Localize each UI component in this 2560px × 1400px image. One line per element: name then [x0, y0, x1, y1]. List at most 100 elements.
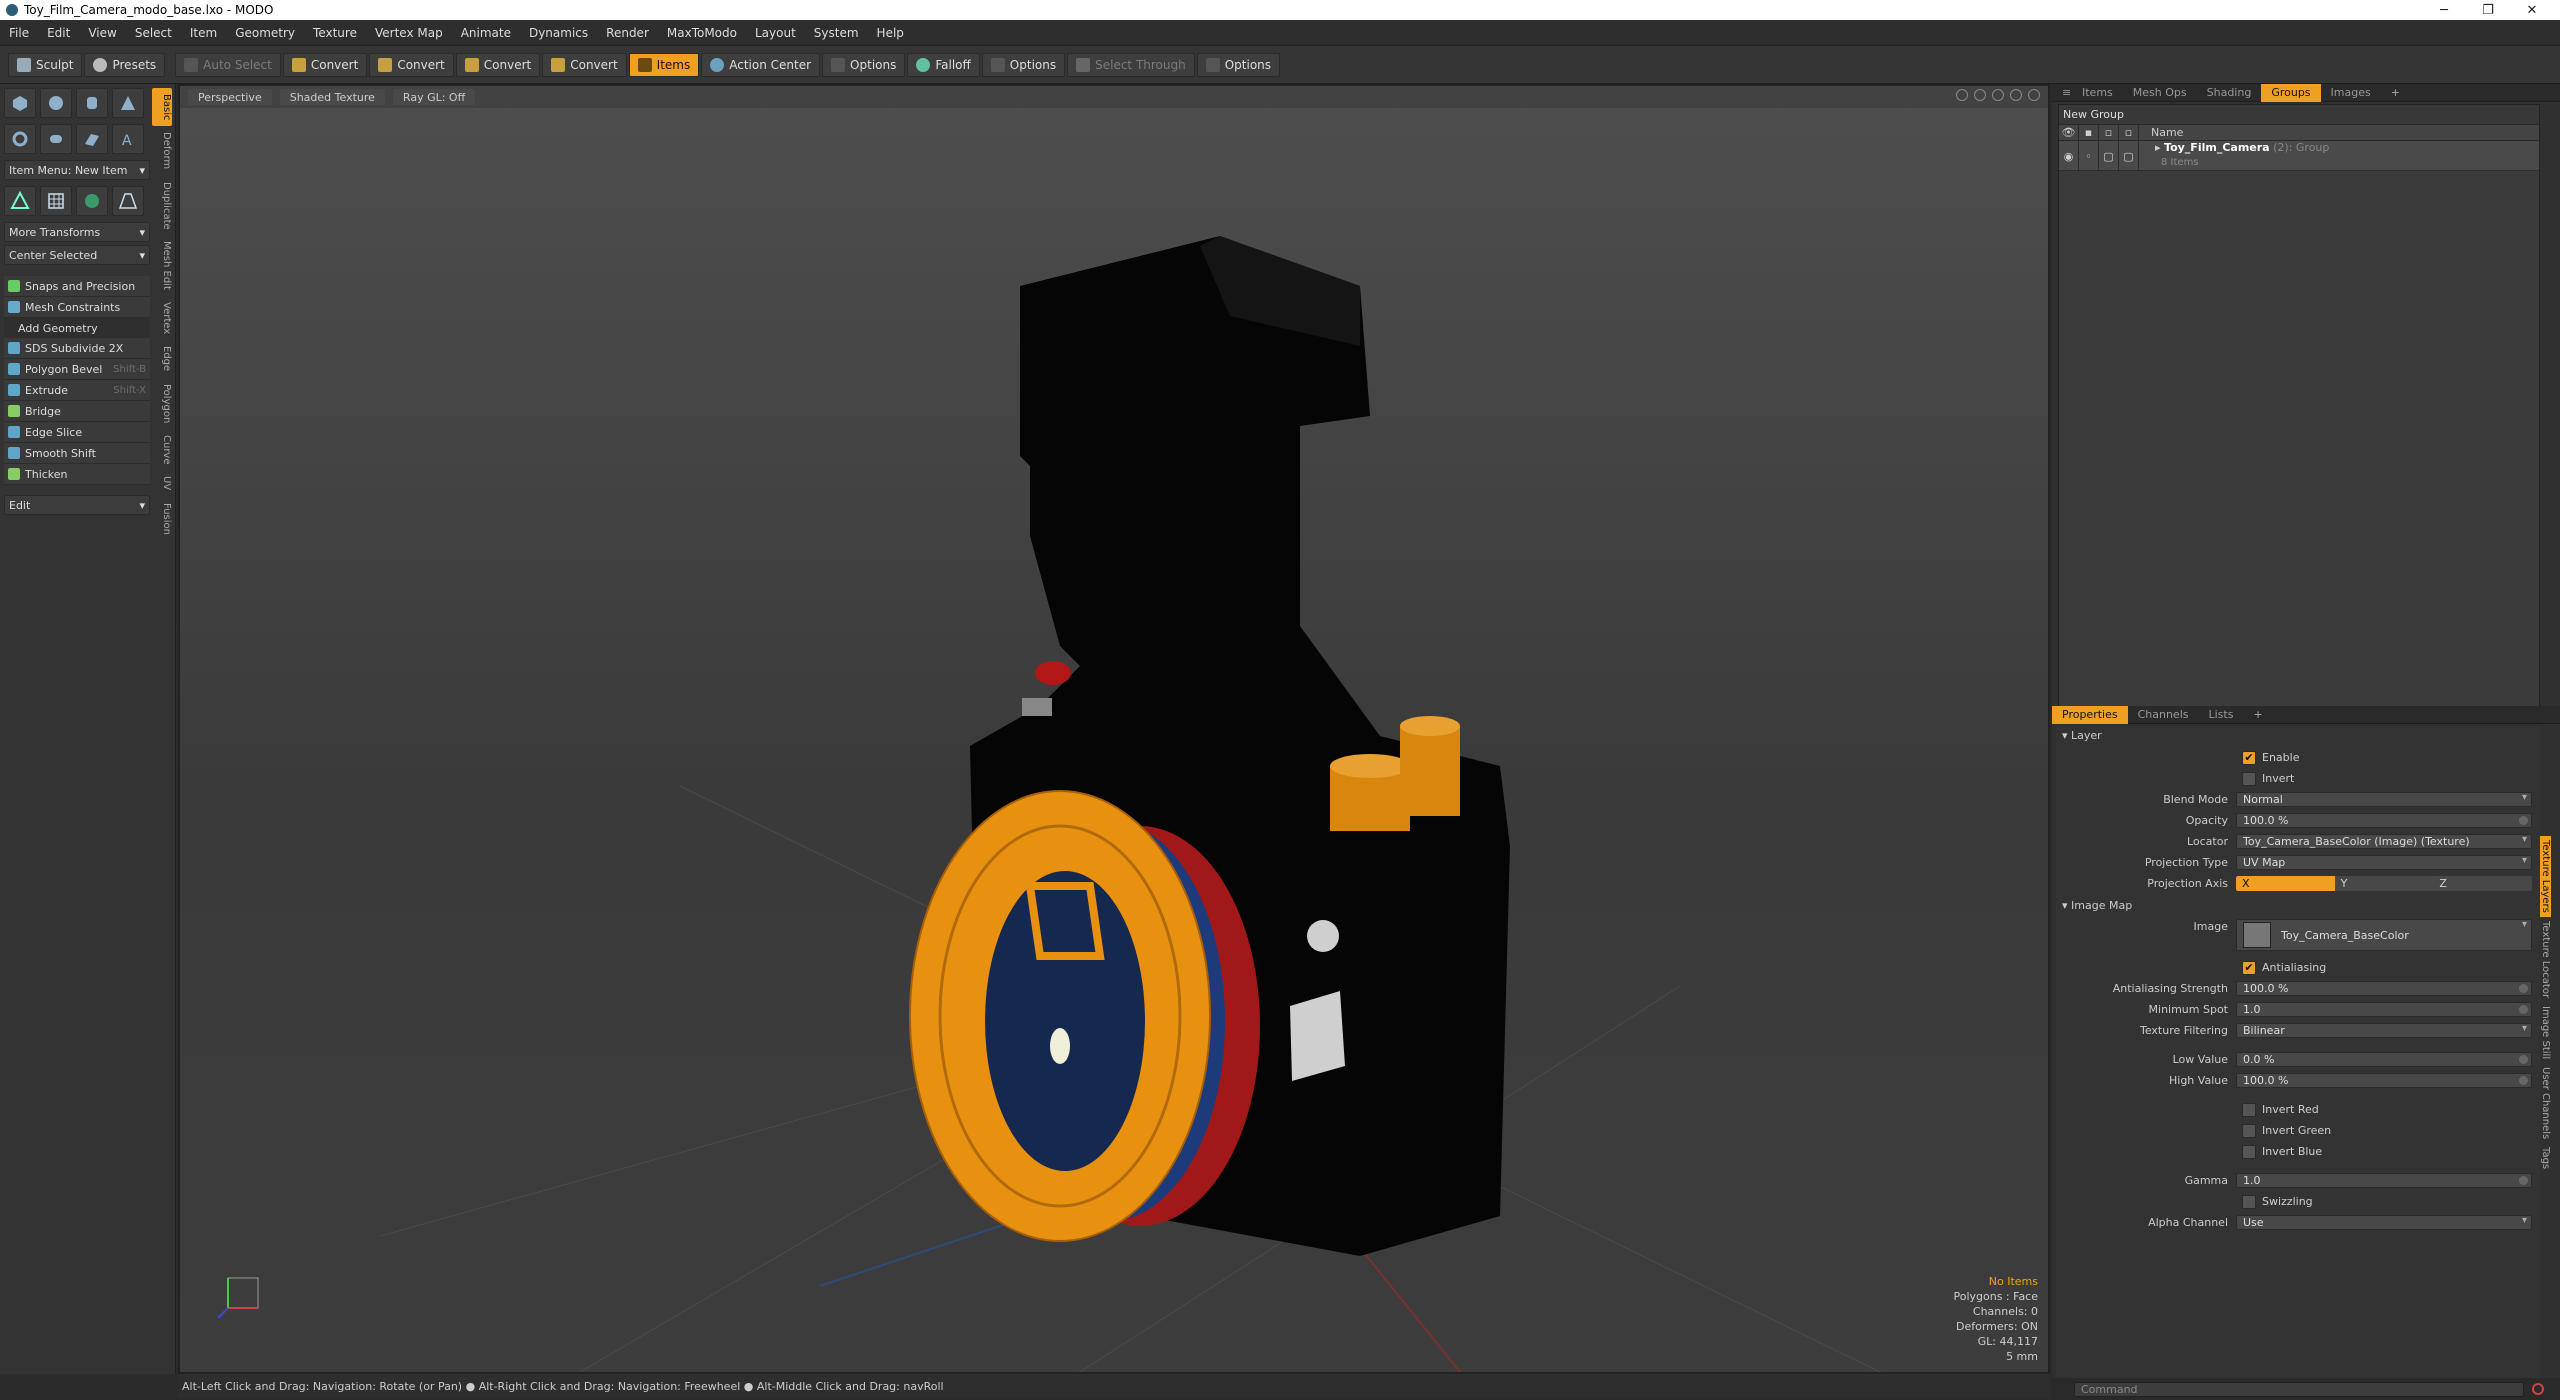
menu-layout[interactable]: Layout: [746, 26, 805, 40]
menu-texture[interactable]: Texture: [304, 26, 366, 40]
cylinder-icon[interactable]: [76, 88, 108, 118]
tab-properties[interactable]: Properties: [2052, 705, 2128, 724]
minimize-icon[interactable]: ─: [2424, 0, 2464, 20]
select-toggle-icon[interactable]: ▢: [2099, 141, 2119, 171]
enable-checkbox[interactable]: ✔: [2242, 750, 2256, 765]
tab-user-channels[interactable]: User Channels: [2540, 1063, 2551, 1143]
texture-filtering-select[interactable]: Bilinear: [2236, 1023, 2532, 1038]
tab-image-still[interactable]: Image Still: [2540, 1002, 2551, 1063]
sculpt-button[interactable]: Sculpt: [8, 52, 83, 77]
high-value-field[interactable]: 100.0 %: [2236, 1073, 2532, 1088]
center-selected-dropdown[interactable]: Center Selected ▾: [4, 245, 150, 265]
menu-maxtomodo[interactable]: MaxToModo: [658, 26, 746, 40]
select-icon[interactable]: ▫: [2099, 124, 2119, 141]
menu-system[interactable]: System: [805, 26, 868, 40]
torus-icon[interactable]: [4, 124, 36, 154]
menu-animate[interactable]: Animate: [452, 26, 520, 40]
minimum-spot-field[interactable]: 1.0: [2236, 1002, 2532, 1017]
tab-mesh-edit[interactable]: Mesh Edit: [152, 235, 172, 296]
add-geometry-header[interactable]: Add Geometry: [4, 318, 150, 338]
brush-icon[interactable]: [2010, 89, 2022, 101]
tab-shading[interactable]: Shading: [2197, 84, 2262, 102]
close-icon[interactable]: ✕: [2512, 0, 2552, 20]
menu-file[interactable]: File: [0, 26, 38, 40]
convert-polygons-button[interactable]: Convert: [455, 52, 541, 77]
tab-basic[interactable]: Basic: [152, 88, 172, 127]
cube-icon[interactable]: [4, 88, 36, 118]
globe-icon[interactable]: [76, 186, 108, 216]
projection-type-select[interactable]: UV Map: [2236, 855, 2532, 870]
bridge-button[interactable]: Bridge: [4, 401, 150, 422]
invert-checkbox[interactable]: [2242, 771, 2256, 786]
auto-select-button[interactable]: Auto Select: [175, 52, 281, 77]
action-center-button[interactable]: Action Center: [701, 52, 821, 77]
command-input[interactable]: Command: [2074, 1381, 2524, 1397]
render-toggle-icon[interactable]: ▢: [2119, 141, 2139, 171]
opacity-field[interactable]: 100.0 %: [2236, 813, 2532, 828]
tab-texture-layers[interactable]: Texture Layers: [2540, 836, 2551, 917]
lock-icon[interactable]: ▪: [2079, 124, 2099, 141]
mesh-constraints-button[interactable]: Mesh Constraints: [4, 297, 150, 318]
panel-menu-icon[interactable]: ≡: [2052, 84, 2072, 102]
perspective-icon[interactable]: [112, 186, 144, 216]
restore-icon[interactable]: ❐: [2468, 0, 2508, 20]
invert-green-checkbox[interactable]: [2242, 1123, 2256, 1138]
lock-toggle-icon[interactable]: ◦: [2079, 141, 2099, 171]
image-select[interactable]: Toy_Camera_BaseColor: [2236, 919, 2532, 951]
more-transforms-dropdown[interactable]: More Transforms ▾: [4, 222, 150, 242]
blend-mode-select[interactable]: Normal: [2236, 792, 2532, 807]
tab-images[interactable]: Images: [2321, 84, 2381, 102]
convert-edges-button[interactable]: Convert: [369, 52, 454, 77]
menu-geometry[interactable]: Geometry: [226, 26, 304, 40]
action-center-options-button[interactable]: Options: [822, 52, 906, 77]
antialiasing-checkbox[interactable]: ✔: [2242, 960, 2256, 975]
plane-icon[interactable]: [76, 124, 108, 154]
sds-subdivide-button[interactable]: SDS Subdivide 2X: [4, 338, 150, 359]
new-group-button[interactable]: New Group: [2059, 105, 2539, 125]
convert-vertices-button[interactable]: Convert: [282, 52, 368, 77]
sphere-icon[interactable]: [40, 88, 72, 118]
smooth-shift-button[interactable]: Smooth Shift: [4, 443, 150, 464]
alpha-channel-select[interactable]: Use: [2236, 1215, 2532, 1230]
tab-polygon[interactable]: Polygon: [152, 378, 172, 429]
menu-select[interactable]: Select: [126, 26, 181, 40]
invert-blue-checkbox[interactable]: [2242, 1144, 2256, 1159]
falloff-options-button[interactable]: Options: [981, 52, 1066, 77]
extrude-button[interactable]: Extrude Shift-X: [4, 380, 150, 401]
tab-texture-locator[interactable]: Texture Locator: [2540, 917, 2551, 1002]
menu-vertex-map[interactable]: Vertex Map: [366, 26, 452, 40]
add-tab-icon[interactable]: +: [2243, 706, 2272, 724]
image-map-section[interactable]: ▾ Image Map: [2056, 896, 2540, 914]
low-value-field[interactable]: 0.0 %: [2236, 1052, 2532, 1067]
menu-item[interactable]: Item: [181, 26, 226, 40]
tab-duplicate[interactable]: Duplicate: [152, 176, 172, 236]
tab-mesh-ops[interactable]: Mesh Ops: [2123, 84, 2197, 102]
select-through-options-button[interactable]: Options: [1196, 52, 1281, 77]
eye-icon[interactable]: 👁: [2059, 124, 2079, 141]
tab-items[interactable]: Items: [2072, 84, 2123, 102]
convert-materials-button[interactable]: Convert: [542, 52, 627, 77]
axis-y-button[interactable]: Y: [2334, 876, 2434, 891]
menu-help[interactable]: Help: [868, 26, 913, 40]
cone-icon[interactable]: [112, 88, 144, 118]
command-history-icon[interactable]: [2532, 1383, 2544, 1395]
aa-strength-field[interactable]: 100.0 %: [2236, 981, 2532, 996]
add-tab-icon[interactable]: +: [2381, 84, 2410, 102]
edit-dropdown[interactable]: Edit ▾: [4, 495, 150, 515]
edge-slice-button[interactable]: Edge Slice: [4, 422, 150, 443]
gear-icon[interactable]: [2028, 89, 2040, 101]
capsule-icon[interactable]: [40, 124, 72, 154]
ray-gl-button[interactable]: Ray GL: Off: [392, 89, 476, 105]
presets-button[interactable]: Presets: [84, 52, 166, 77]
text-tool-icon[interactable]: A: [112, 124, 144, 154]
group-row[interactable]: ◉ ◦ ▢ ▢ ▸ Toy_Film_Camera (2): Group 8 I…: [2059, 141, 2539, 171]
tab-curve[interactable]: Curve: [152, 429, 172, 471]
menu-dynamics[interactable]: Dynamics: [520, 26, 597, 40]
polygon-bevel-button[interactable]: Polygon Bevel Shift-B: [4, 359, 150, 380]
invert-red-checkbox[interactable]: [2242, 1102, 2256, 1117]
render-icon[interactable]: ▫: [2119, 124, 2139, 141]
grid-icon[interactable]: [40, 186, 72, 216]
menu-view[interactable]: View: [79, 26, 125, 40]
zoom-icon[interactable]: [1992, 89, 2004, 101]
select-through-button[interactable]: Select Through: [1067, 52, 1195, 77]
